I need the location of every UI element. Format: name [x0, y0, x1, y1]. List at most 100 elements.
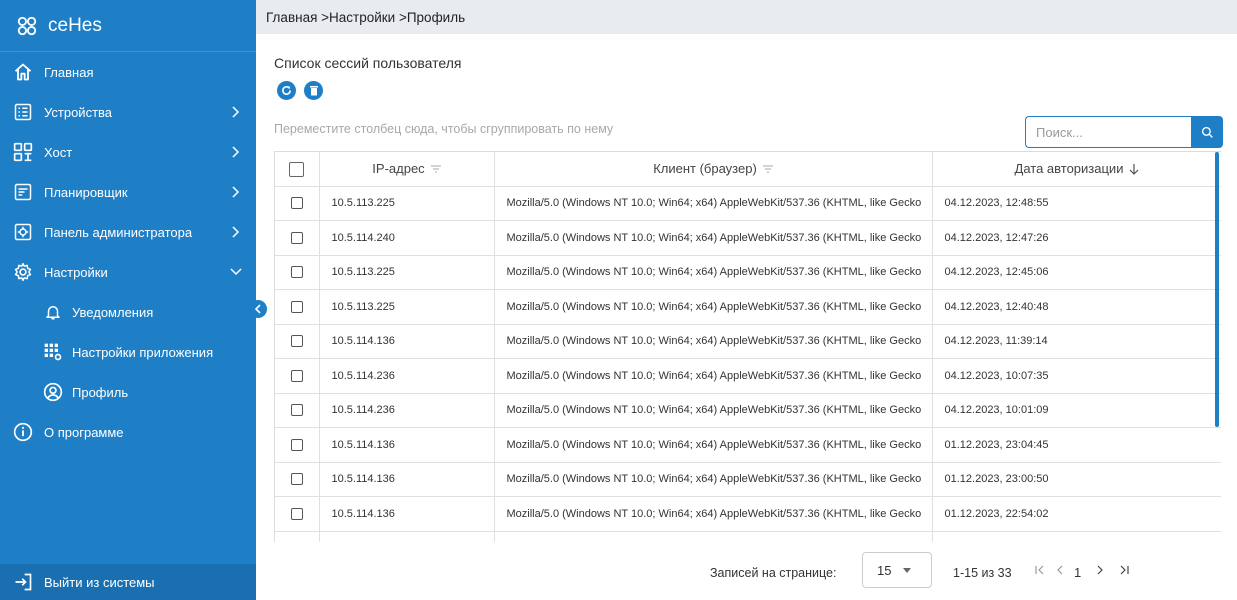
- sidebar-item-label: Устройства: [44, 104, 113, 120]
- search-button[interactable]: [1191, 116, 1223, 148]
- column-header-client[interactable]: Клиент (браузер): [494, 152, 933, 187]
- row-select-cell: [275, 462, 320, 497]
- column-label: Дата авторизации: [1014, 161, 1124, 177]
- row-select-cell: [275, 393, 320, 428]
- dropdown-arrow-icon: [903, 567, 912, 573]
- cell-ip: 10.5.114.236: [319, 393, 495, 428]
- row-checkbox[interactable]: [290, 507, 303, 520]
- sidebar-item-host[interactable]: Хост: [0, 132, 256, 172]
- table-row[interactable]: 10.5.114.136 Mozilla/5.0 (Windows NT 10.…: [275, 462, 1221, 497]
- brand[interactable]: ceHes: [0, 0, 256, 52]
- pagination: Записей на странице: 15 1-15 из 33 1: [256, 549, 1237, 591]
- sidebar-subitem-notifications[interactable]: Уведомления: [0, 292, 256, 332]
- row-select-cell: [275, 496, 320, 532]
- sidebar-subitem-app-settings[interactable]: Настройки приложения: [0, 332, 256, 372]
- devices-icon: [12, 101, 34, 123]
- table-row[interactable]: 10.5.113.225 Mozilla/5.0 (Windows NT 10.…: [275, 255, 1221, 290]
- sidebar-subitem-label: Настройки приложения: [72, 344, 214, 360]
- sidebar-item-settings[interactable]: Настройки: [0, 252, 256, 292]
- row-checkbox[interactable]: [290, 266, 303, 279]
- row-checkbox[interactable]: [290, 438, 303, 451]
- first-page-button[interactable]: [1032, 561, 1048, 579]
- delete-button[interactable]: [304, 81, 323, 100]
- row-checkbox[interactable]: [290, 473, 303, 486]
- last-page-icon: [1120, 565, 1129, 575]
- column-header-date[interactable]: Дата авторизации: [932, 152, 1221, 187]
- chevron-right-icon: [230, 146, 242, 158]
- row-checkbox[interactable]: [290, 335, 303, 348]
- profile-icon: [42, 381, 64, 403]
- row-checkbox[interactable]: [290, 369, 303, 382]
- cell-date: 04.12.2023, 12:48:55: [932, 186, 1221, 221]
- current-page[interactable]: 1: [1074, 565, 1081, 580]
- row-select-cell: [275, 220, 320, 256]
- sidebar-subitem-profile[interactable]: Профиль: [0, 372, 256, 412]
- refresh-button[interactable]: [277, 81, 296, 100]
- row-checkbox[interactable]: [290, 197, 303, 210]
- chevron-left-icon: [1057, 565, 1063, 575]
- row-checkbox[interactable]: [290, 300, 303, 313]
- row-checkbox[interactable]: [290, 231, 303, 244]
- table-row[interactable]: 10.5.114.136 Mozilla/5.0 (Windows NT 10.…: [275, 324, 1221, 359]
- cell-client: Mozilla/5.0 (Windows NT 10.0; Win64; x64…: [494, 289, 933, 325]
- logout-button[interactable]: Выйти из системы: [0, 564, 256, 600]
- bell-icon: [42, 301, 64, 323]
- row-select-cell: [275, 358, 320, 394]
- cell-ip: 10.5.114.236: [319, 358, 495, 394]
- cell-date: 01.12.2023, 23:00:50: [932, 462, 1221, 497]
- app-title: ceHes: [48, 14, 102, 36]
- row-checkbox[interactable]: [290, 404, 303, 417]
- table-header-row: IP-адрес Клиент (браузер) Дата авторизац…: [275, 152, 1221, 187]
- sidebar-item-label: Главная: [44, 64, 94, 80]
- table-row[interactable]: 10.5.114.236 Mozilla/5.0 (Windows NT 10.…: [275, 393, 1221, 428]
- logout-label: Выйти из системы: [44, 574, 155, 590]
- cell-client: Mozilla/5.0 (Windows NT 10.0; Win64; x64…: [494, 427, 933, 463]
- chevron-right-icon: [230, 106, 242, 118]
- table-row[interactable]: 10.5.113.225 Mozilla/5.0 (Windows NT 10.…: [275, 289, 1221, 325]
- sidebar-item-admin-panel[interactable]: Панель администратора: [0, 212, 256, 252]
- sidebar-collapse-button[interactable]: [249, 300, 267, 318]
- admin-panel-icon: [12, 221, 34, 243]
- filter-icon[interactable]: [762, 165, 773, 173]
- table-row[interactable]: 10.5.114.240 Mozilla/5.0 (Windows NT 10.…: [275, 220, 1221, 256]
- cell-client: Mozilla/5.0 (Windows NT 10.0; Win64; x64…: [494, 393, 933, 428]
- select-all-checkbox[interactable]: [289, 161, 305, 177]
- cell-date: 04.12.2023, 11:39:14: [932, 324, 1221, 359]
- sidebar-item-about[interactable]: О программе: [0, 412, 256, 452]
- search-icon: [1201, 126, 1213, 138]
- sort-desc-icon: [1129, 163, 1139, 175]
- cell-date: 01.12.2023, 23:04:45: [932, 427, 1221, 463]
- table-row[interactable]: 10.5.113.225 Mozilla/5.0 (Windows NT 10.…: [275, 186, 1221, 221]
- table-scrollbar[interactable]: [1215, 152, 1219, 427]
- next-page-button[interactable]: [1092, 561, 1108, 579]
- row-select-cell: [275, 531, 320, 542]
- sidebar-nav: Главная Устройства Хост Планировщик Пане…: [0, 52, 256, 292]
- cell-client: Mozilla/5.0 (Windows NT 10.0; Win64; x64…: [494, 255, 933, 290]
- sessions-table: IP-адрес Клиент (браузер) Дата авторизац…: [274, 151, 1221, 542]
- sidebar-item-devices[interactable]: Устройства: [0, 92, 256, 132]
- cell-client: Mozilla/5.0 (Windows NT 10.0; Win64; x64…: [494, 496, 933, 532]
- table-row[interactable]: [275, 531, 1221, 542]
- cell-client: Mozilla/5.0 (Windows NT 10.0; Win64; x64…: [494, 462, 933, 497]
- search-input[interactable]: [1025, 116, 1191, 148]
- table-row[interactable]: 10.5.114.136 Mozilla/5.0 (Windows NT 10.…: [275, 427, 1221, 463]
- column-header-ip[interactable]: IP-адрес: [319, 152, 495, 187]
- cell-date: 04.12.2023, 12:40:48: [932, 289, 1221, 325]
- chevron-left-icon: [254, 304, 261, 314]
- cell-date: 04.12.2023, 10:01:09: [932, 393, 1221, 428]
- sidebar-item-home[interactable]: Главная: [0, 52, 256, 92]
- sidebar-item-scheduler[interactable]: Планировщик: [0, 172, 256, 212]
- row-select-cell: [275, 427, 320, 463]
- row-select-cell: [275, 186, 320, 221]
- table-row[interactable]: 10.5.114.236 Mozilla/5.0 (Windows NT 10.…: [275, 358, 1221, 394]
- filter-icon[interactable]: [430, 165, 441, 173]
- cell-date: 01.12.2023, 22:54:02: [932, 496, 1221, 532]
- home-icon: [12, 61, 34, 83]
- prev-page-button[interactable]: [1052, 561, 1068, 579]
- row-select-cell: [275, 255, 320, 290]
- sidebar-item-label: Настройки: [44, 264, 108, 280]
- last-page-button[interactable]: [1116, 561, 1132, 579]
- refresh-icon: [282, 85, 291, 95]
- table-row[interactable]: 10.5.114.136 Mozilla/5.0 (Windows NT 10.…: [275, 496, 1221, 532]
- page-size-select[interactable]: 15: [862, 552, 932, 588]
